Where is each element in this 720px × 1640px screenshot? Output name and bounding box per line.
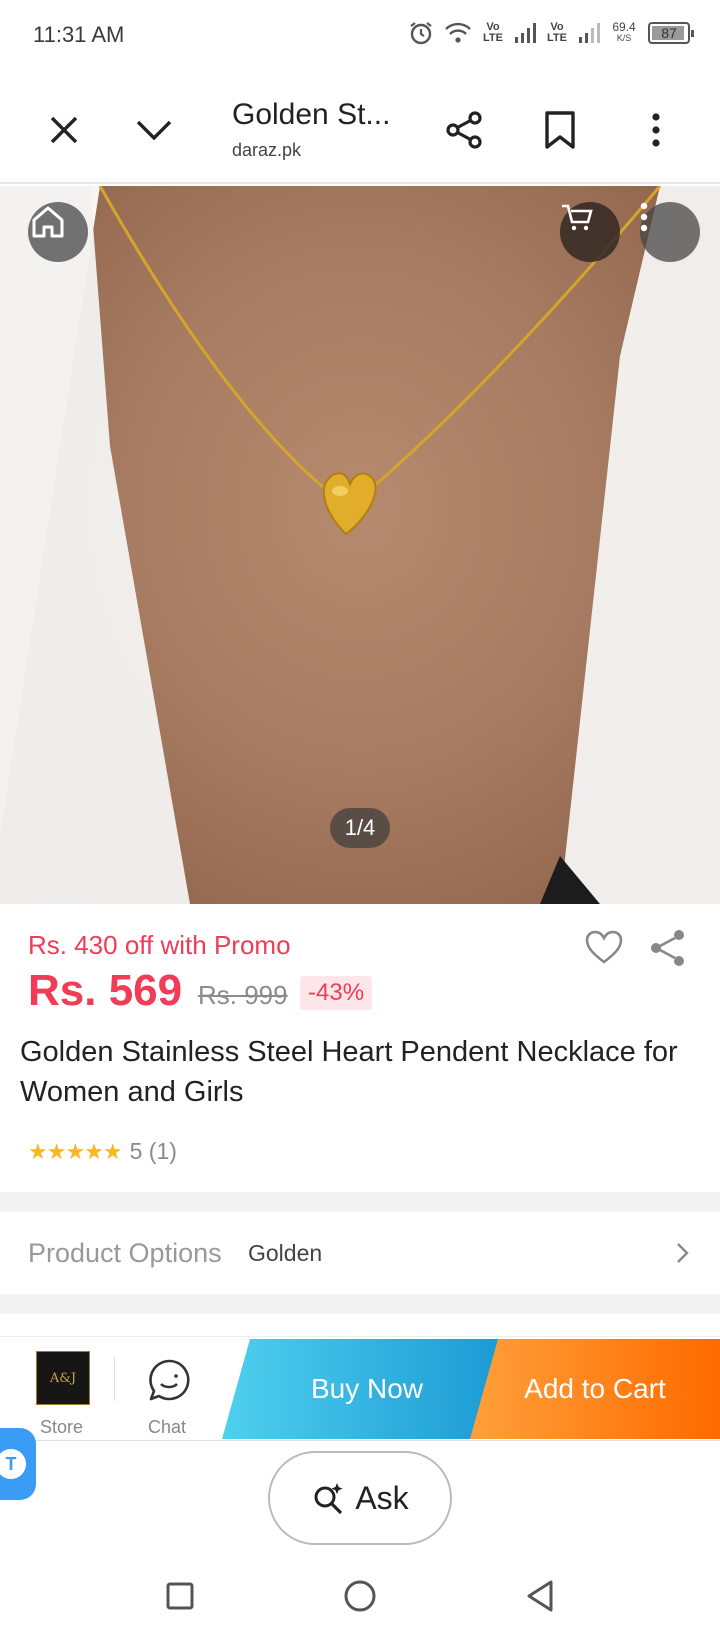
battery-level: 87 bbox=[661, 25, 677, 41]
price: Rs. 569 bbox=[28, 966, 183, 1015]
signal-icon bbox=[515, 23, 536, 43]
product-options-value: Golden bbox=[248, 1240, 323, 1266]
share-icon bbox=[651, 930, 684, 966]
system-navigation-bar bbox=[0, 1552, 720, 1640]
bookmark-icon bbox=[545, 111, 575, 149]
store-logo[interactable]: A&J bbox=[36, 1351, 90, 1405]
close-button[interactable] bbox=[40, 106, 88, 154]
ask-label: Ask bbox=[355, 1479, 409, 1516]
status-bar: 11:31 AM Vo LTE Vo LTE 69.4 K/S 87 bbox=[0, 0, 720, 72]
more-menu-button[interactable] bbox=[632, 106, 680, 154]
signal-weak-icon bbox=[579, 23, 600, 43]
home-nav-button[interactable] bbox=[338, 1574, 382, 1618]
bookmark-button[interactable] bbox=[536, 106, 584, 154]
network-speed-unit: K/S bbox=[616, 33, 632, 43]
ai-search-icon bbox=[314, 1483, 343, 1515]
square-icon bbox=[166, 1582, 194, 1610]
product-image[interactable]: 1/4 bbox=[0, 186, 720, 904]
image-more-button[interactable] bbox=[640, 202, 700, 262]
close-icon bbox=[50, 116, 78, 144]
page-title: Golden St... bbox=[232, 98, 391, 131]
chat-label[interactable]: Chat bbox=[148, 1417, 186, 1438]
floating-tab-letter: T bbox=[0, 1449, 26, 1479]
image-page-indicator: 1/4 bbox=[330, 808, 390, 848]
divider bbox=[114, 1357, 115, 1401]
back-triangle-icon bbox=[527, 1580, 553, 1612]
bottom-action-bar: A&J Store Chat Buy Now Add to Cart bbox=[0, 1336, 720, 1440]
cart-button[interactable] bbox=[560, 202, 620, 262]
rating-text: 5 (1) bbox=[129, 1138, 177, 1164]
network-speed-value: 69.4 bbox=[612, 20, 636, 34]
section-divider bbox=[0, 1192, 720, 1212]
battery-icon: 87 bbox=[648, 22, 694, 44]
buy-now-button[interactable]: Buy Now bbox=[222, 1339, 512, 1439]
back-button[interactable] bbox=[518, 1574, 562, 1618]
add-to-cart-button[interactable]: Add to Cart bbox=[470, 1339, 720, 1439]
chevron-down-icon bbox=[136, 120, 172, 141]
more-vertical-icon bbox=[640, 202, 648, 232]
browser-header: Golden St... daraz.pk bbox=[0, 72, 720, 184]
necklace-photo bbox=[0, 186, 720, 904]
network-label-1: Vo LTE bbox=[483, 21, 503, 44]
share-button[interactable] bbox=[440, 106, 488, 154]
more-vertical-icon bbox=[652, 113, 660, 147]
product-share-button[interactable] bbox=[648, 928, 688, 968]
home-icon bbox=[32, 206, 64, 238]
cart-icon bbox=[562, 204, 593, 231]
status-time: 11:31 AM bbox=[33, 22, 125, 47]
home-button[interactable] bbox=[28, 202, 88, 262]
heart-icon bbox=[585, 930, 623, 964]
network-speed: 69.4 K/S bbox=[610, 20, 638, 44]
chat-button[interactable] bbox=[146, 1357, 192, 1403]
promo-text[interactable]: Rs. 430 off with Promo bbox=[28, 930, 291, 961]
store-label[interactable]: Store bbox=[40, 1417, 83, 1438]
alarm-icon bbox=[410, 22, 432, 45]
recents-button[interactable] bbox=[158, 1574, 202, 1618]
status-icons: Vo LTE Vo LTE 69.4 K/S 87 bbox=[408, 20, 694, 46]
section-divider bbox=[0, 1294, 720, 1314]
chat-icon bbox=[149, 1359, 190, 1401]
rating[interactable]: ★★★★★ 5 (1) bbox=[28, 1138, 177, 1165]
page-domain: daraz.pk bbox=[232, 140, 302, 160]
discount-badge: -43% bbox=[300, 976, 373, 1010]
original-price: Rs. 999 bbox=[198, 980, 288, 1010]
ask-area: Ask bbox=[0, 1440, 720, 1545]
wishlist-button[interactable] bbox=[584, 928, 624, 968]
chevron-right-icon bbox=[677, 1243, 689, 1263]
product-options-label: Product Options bbox=[28, 1238, 222, 1268]
wifi-icon bbox=[445, 22, 471, 43]
floating-assistant-tab[interactable]: T bbox=[0, 1428, 36, 1500]
network-label-2: Vo LTE bbox=[547, 21, 567, 44]
ask-button[interactable]: Ask bbox=[268, 1451, 452, 1545]
share-icon bbox=[446, 111, 482, 149]
circle-icon bbox=[344, 1580, 376, 1612]
product-options-row[interactable]: Product Options Golden bbox=[0, 1212, 720, 1294]
minimize-button[interactable] bbox=[130, 106, 178, 154]
rating-stars: ★★★★★ bbox=[28, 1138, 123, 1164]
store-logo-text: A&J bbox=[49, 1370, 77, 1386]
product-title: Golden Stainless Steel Heart Pendent Nec… bbox=[20, 1036, 678, 1108]
